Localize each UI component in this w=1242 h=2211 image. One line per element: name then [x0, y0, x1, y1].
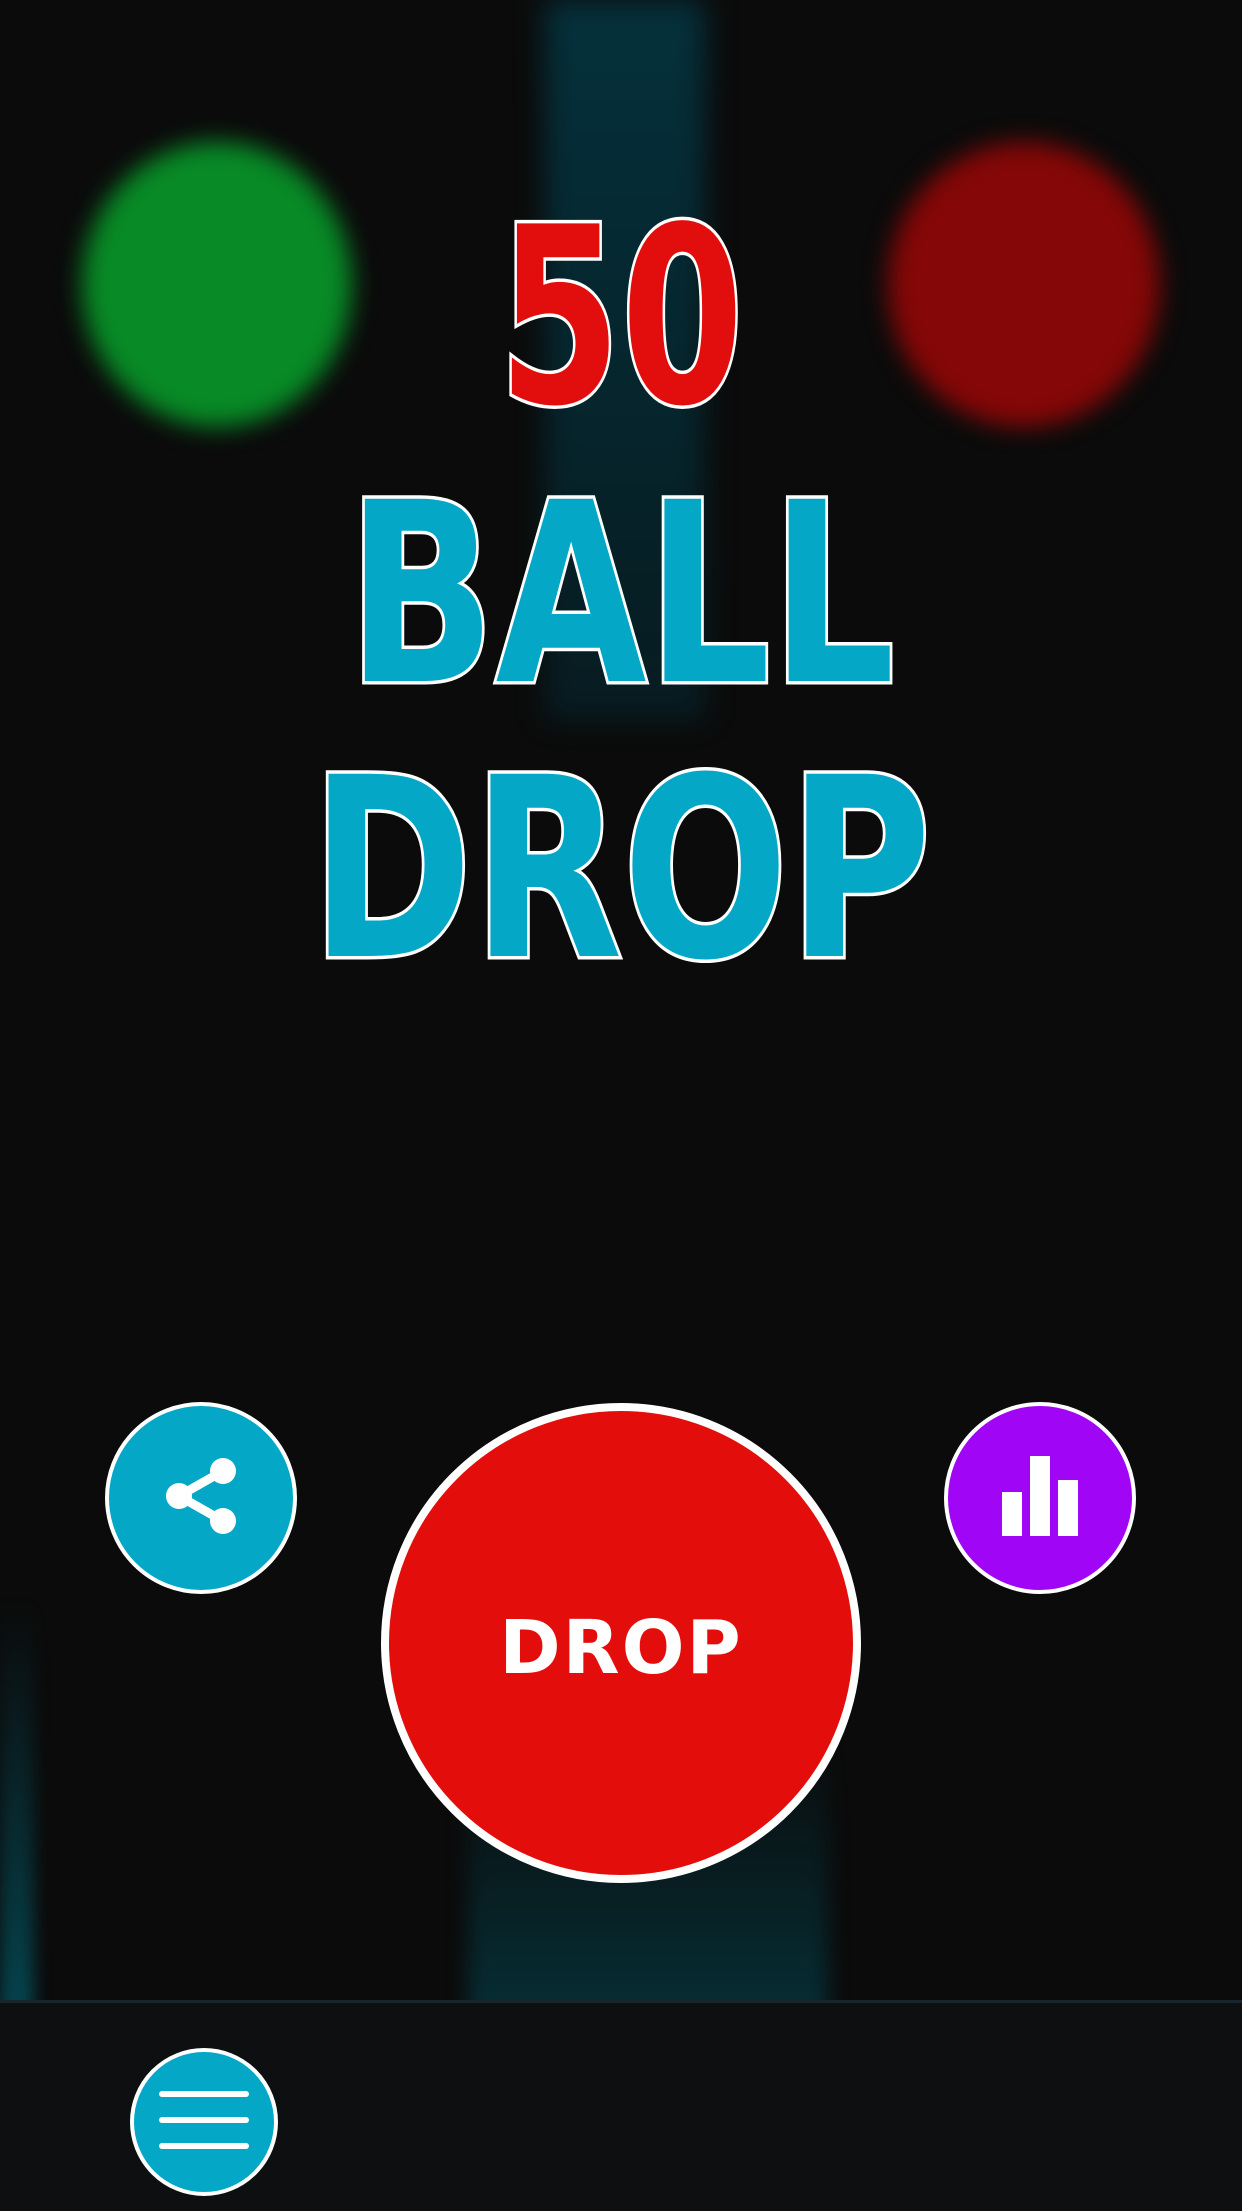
- bar-chart-icon: [990, 1446, 1090, 1551]
- title-number: 50: [496, 175, 747, 460]
- share-button[interactable]: [105, 1402, 297, 1594]
- background-left-glow-bar: [0, 1600, 34, 2030]
- menu-button[interactable]: [130, 2048, 278, 2196]
- share-icon: [151, 1446, 251, 1551]
- drop-button-label: DROP: [499, 1605, 743, 1691]
- leaderboard-button[interactable]: [944, 1402, 1136, 1594]
- hamburger-menu-icon: [156, 2080, 252, 2165]
- title-word-drop: DROP: [308, 724, 934, 1015]
- title-word-ball: BALL: [344, 449, 898, 740]
- drop-button[interactable]: DROP: [381, 1403, 861, 1883]
